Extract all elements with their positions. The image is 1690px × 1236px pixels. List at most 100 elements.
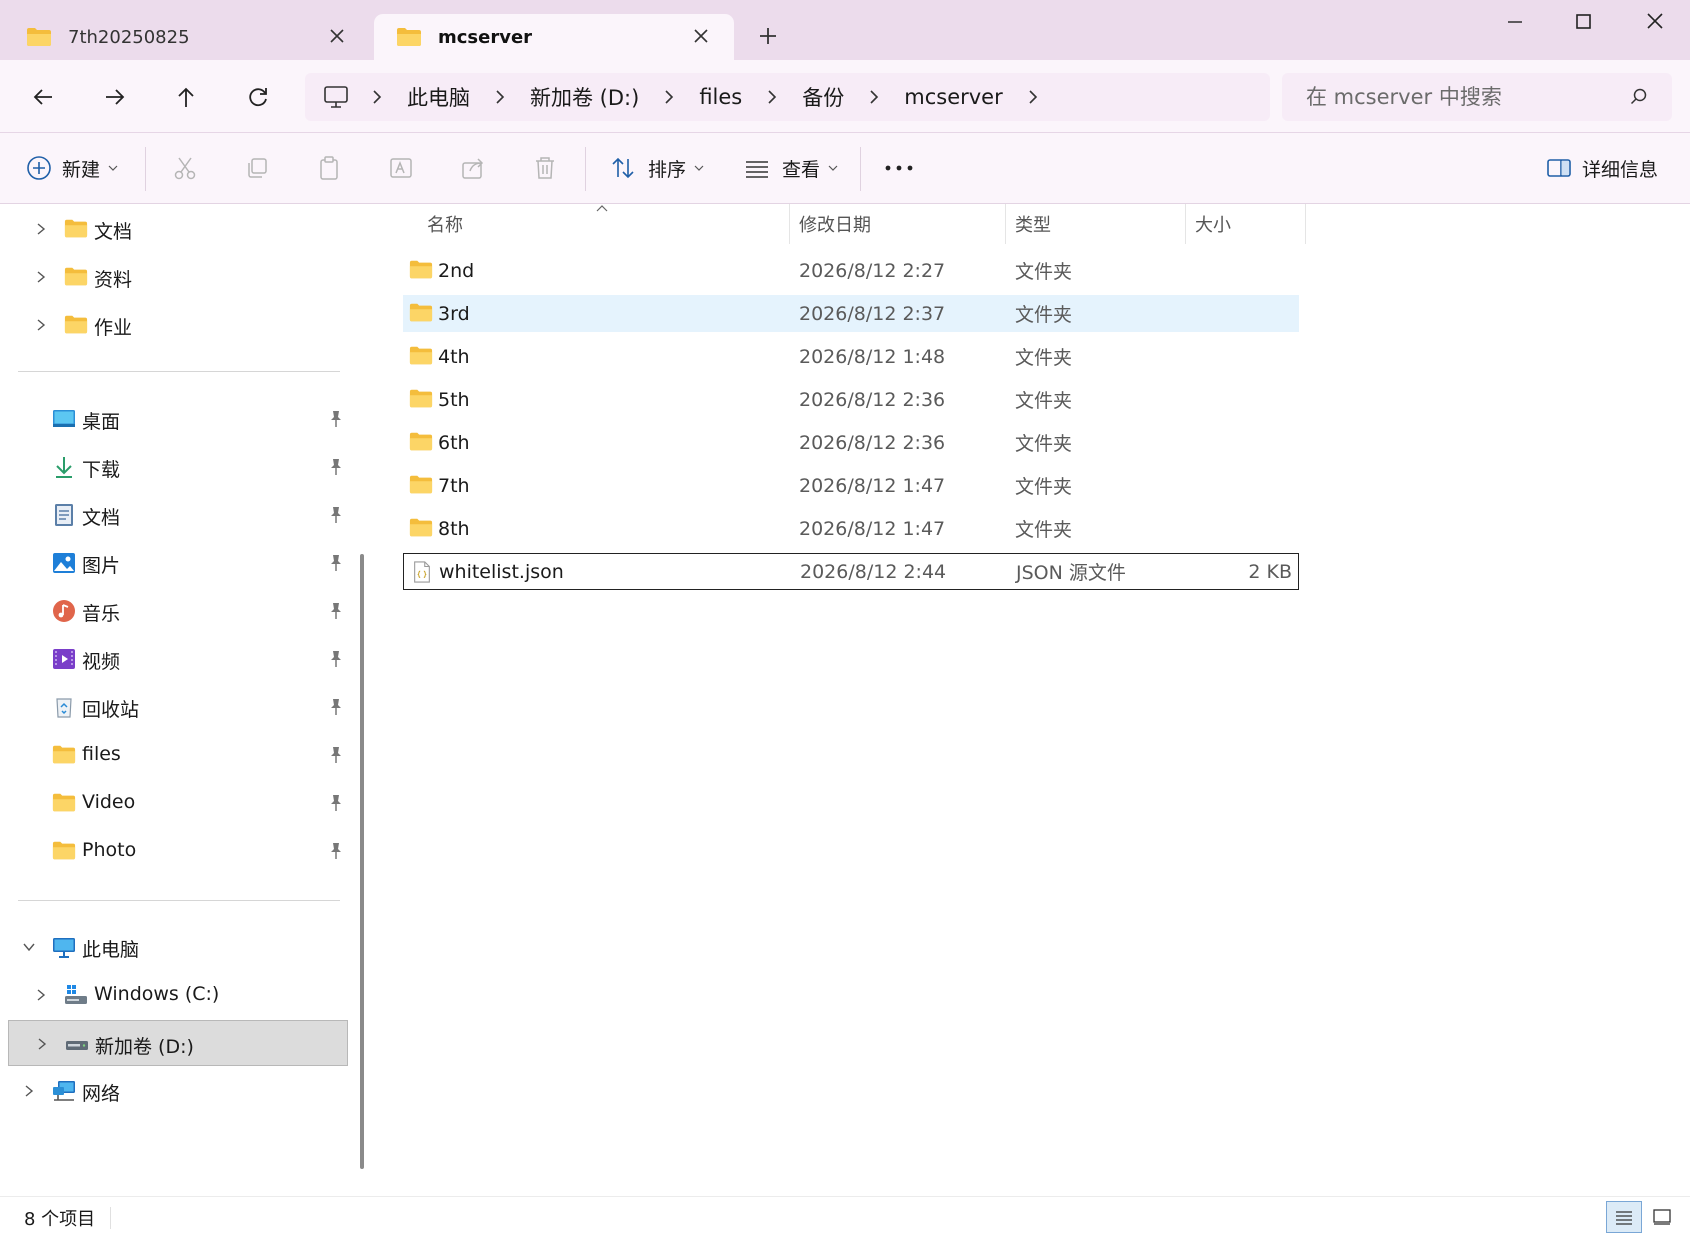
close-tab-icon[interactable] [690,25,712,47]
chevron-right-icon[interactable] [34,222,48,236]
details-view-button[interactable] [1606,1201,1642,1233]
file-row[interactable]: 3rd 2026/8/12 2:37 文件夹 [403,295,1299,332]
pictures-icon [53,553,75,573]
breadcrumb-this-pc[interactable]: 此电脑 [407,82,470,112]
delete-trash-icon[interactable] [532,155,558,181]
file-row[interactable]: 5th 2026/8/12 2:36 文件夹 [403,381,1299,418]
forward-arrow-icon[interactable] [98,80,132,114]
chevron-right-icon[interactable] [34,988,48,1002]
tab-mcserver[interactable]: mcserver [374,14,734,60]
cut-icon[interactable] [172,155,198,181]
computer-icon [324,86,348,108]
column-header-type[interactable]: 类型 [1015,204,1051,244]
file-name: 6th [438,431,470,454]
file-row[interactable]: 2nd 2026/8/12 2:27 文件夹 [403,252,1299,289]
column-divider[interactable] [1185,204,1186,244]
sidebar-item-desktop[interactable]: 桌面 [8,396,348,442]
back-arrow-icon[interactable] [26,80,60,114]
pin-icon[interactable] [328,554,344,572]
sidebar-item-downloads[interactable]: 下载 [8,444,348,490]
pin-icon[interactable] [328,650,344,668]
sidebar-item-network[interactable]: 网络 [8,1068,348,1114]
sidebar-item-documents-folder[interactable]: 文档 [8,206,348,252]
address-bar[interactable]: 此电脑 新加卷 (D:) files 备份 mcserver [305,73,1270,121]
close-tab-icon[interactable] [326,25,348,47]
view-button[interactable]: 查看 [744,149,838,187]
chevron-right-icon[interactable] [22,1084,36,1098]
new-button[interactable]: 新建 [26,149,118,187]
file-row[interactable]: 4th 2026/8/12 1:48 文件夹 [403,338,1299,375]
sidebar-item-documents[interactable]: 文档 [8,492,348,538]
column-divider[interactable] [1305,204,1306,244]
chevron-right-icon[interactable] [663,89,675,105]
file-row[interactable]: 6th 2026/8/12 2:36 文件夹 [403,424,1299,461]
rename-icon[interactable] [388,155,414,181]
sidebar-item-label: 作业 [94,317,133,339]
breadcrumb-mcserver[interactable]: mcserver [904,85,1002,109]
pin-icon[interactable] [328,746,344,764]
chevron-down-icon[interactable] [22,940,36,954]
minimize-icon[interactable] [1500,10,1530,34]
column-header-size[interactable]: 大小 [1195,204,1231,244]
sidebar-scrollbar[interactable] [360,554,364,1169]
sidebar-item-label: 桌面 [82,411,121,433]
sidebar-item-photo[interactable]: Photo [8,828,348,874]
column-divider[interactable] [1005,204,1006,244]
sidebar-divider [18,900,340,901]
chevron-right-icon[interactable] [766,89,778,105]
chevron-right-icon[interactable] [494,89,506,105]
breadcrumb-drive-d[interactable]: 新加卷 (D:) [530,82,639,112]
tab-7th20250825[interactable]: 7th20250825 [4,14,370,60]
sidebar-item-recycle-bin[interactable]: 回收站 [8,684,348,730]
paste-icon[interactable] [316,155,342,181]
sidebar-item-this-pc[interactable]: 此电脑 [8,924,348,970]
sidebar-item-materials-folder[interactable]: 资料 [8,254,348,300]
search-icon[interactable] [1630,88,1648,106]
chevron-right-icon[interactable] [868,89,880,105]
chevron-right-icon[interactable] [1027,89,1039,105]
close-window-icon[interactable] [1640,10,1670,34]
file-type: 文件夹 [1015,261,1073,283]
more-options-icon[interactable] [884,163,914,173]
sidebar-item-drive-d[interactable]: 新加卷 (D:) [8,1020,348,1066]
column-divider[interactable] [789,204,790,244]
sidebar-item-homework-folder[interactable]: 作业 [8,302,348,348]
share-icon[interactable] [460,155,486,181]
breadcrumb-backup[interactable]: 备份 [802,82,844,112]
maximize-icon[interactable] [1568,10,1598,34]
sidebar-item-drive-c[interactable]: Windows (C:) [8,972,348,1018]
tab-label: mcserver [438,26,533,48]
sidebar-item-music[interactable]: 音乐 [8,588,348,634]
copy-icon[interactable] [244,155,270,181]
breadcrumb-files[interactable]: files [699,85,742,109]
file-row[interactable]: 7th 2026/8/12 1:47 文件夹 [403,467,1299,504]
refresh-icon[interactable] [241,80,275,114]
details-pane-button[interactable]: 详细信息 [1546,149,1658,187]
chevron-right-icon[interactable] [34,270,48,284]
tiles-view-button[interactable] [1644,1201,1680,1233]
search-input[interactable] [1304,84,1628,110]
column-header-name[interactable]: 名称 [427,204,463,244]
sidebar-item-videos[interactable]: 视频 [8,636,348,682]
pin-icon[interactable] [328,698,344,716]
pin-icon[interactable] [328,794,344,812]
pin-icon[interactable] [328,602,344,620]
pin-icon[interactable] [328,458,344,476]
sidebar-item-video[interactable]: Video [8,780,348,826]
new-tab-plus-icon[interactable] [756,24,780,48]
sidebar-item-files[interactable]: files [8,732,348,778]
search-box[interactable] [1282,73,1672,121]
pin-icon[interactable] [328,410,344,428]
sidebar-item-pictures[interactable]: 图片 [8,540,348,586]
pin-icon[interactable] [328,842,344,860]
sort-button[interactable]: 排序 [610,149,704,187]
pin-icon[interactable] [328,506,344,524]
file-row[interactable]: whitelist.json 2026/8/12 2:44 JSON 源文件 2… [403,553,1299,590]
column-header-date[interactable]: 修改日期 [799,204,871,244]
up-arrow-icon[interactable] [169,80,203,114]
chevron-right-icon[interactable] [34,318,48,332]
file-row[interactable]: 8th 2026/8/12 1:47 文件夹 [403,510,1299,547]
chevron-right-icon[interactable] [35,1037,49,1051]
chevron-right-icon[interactable] [371,89,383,105]
desktop-icon [53,410,75,427]
